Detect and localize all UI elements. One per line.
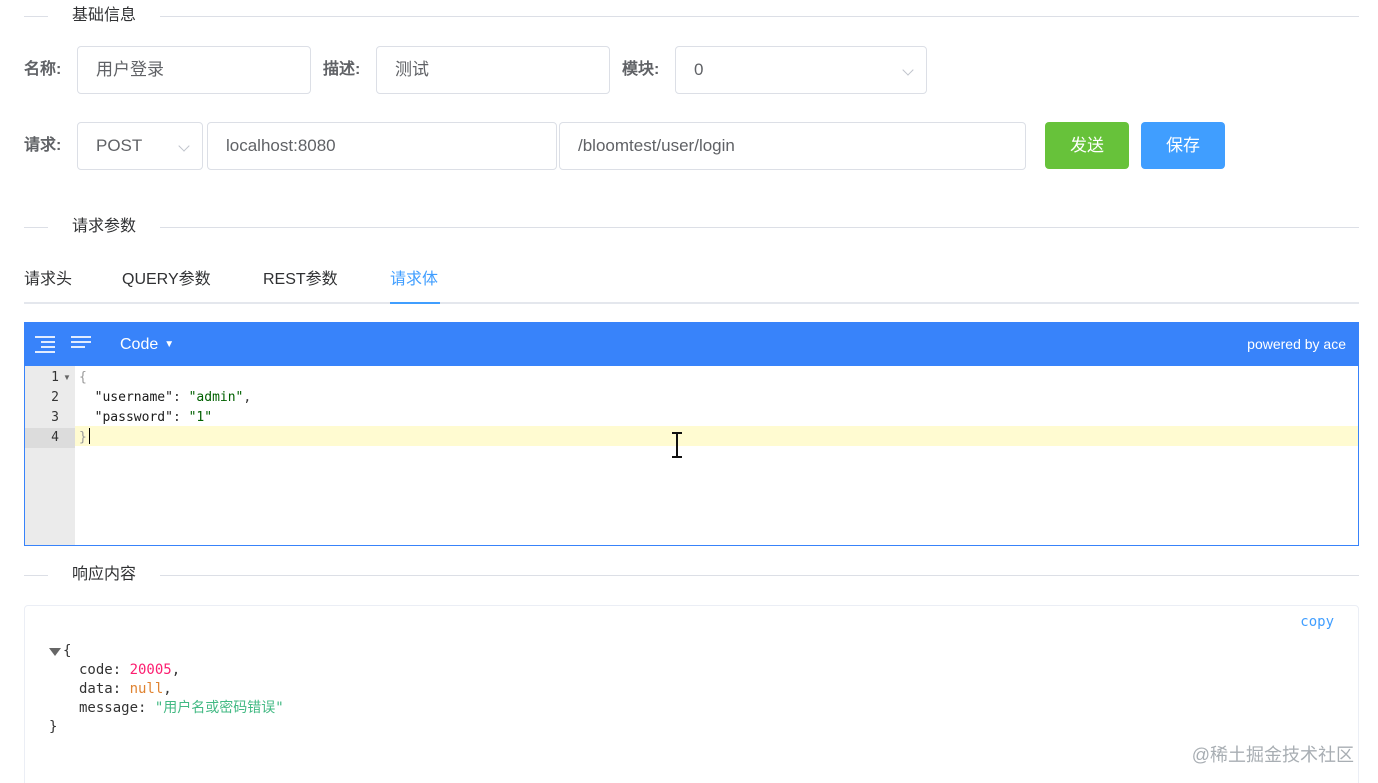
active-line-highlight: [75, 426, 1358, 446]
collapse-toggle-icon[interactable]: [49, 648, 61, 656]
code-line-4: }: [79, 430, 87, 445]
host-input[interactable]: localhost:8080: [207, 122, 557, 170]
response-panel: copy { code: 20005, data: null, message:…: [24, 605, 1359, 783]
code-line-1: {: [79, 370, 87, 385]
name-input[interactable]: 用户登录: [77, 46, 311, 94]
line-number: 2: [51, 390, 59, 405]
tab-query-params[interactable]: QUERY参数: [122, 270, 211, 290]
json-field-code: code: 20005,: [79, 662, 181, 678]
name-label: 名称:: [24, 61, 62, 78]
tab-request-body[interactable]: 请求体: [390, 270, 438, 290]
method-select[interactable]: POST: [77, 122, 203, 170]
path-input[interactable]: /bloomtest/user/login: [559, 122, 1026, 170]
description-label: 描述:: [323, 61, 361, 78]
json-close-brace: }: [49, 719, 58, 735]
section-title-basic-info: 基础信息: [48, 6, 161, 26]
fold-toggle-icon[interactable]: ▼: [63, 373, 71, 382]
powered-by-ace: powered by ace: [1247, 336, 1346, 352]
watermark: @稀土掘金技术社区: [1191, 745, 1354, 765]
copy-button[interactable]: copy: [1300, 614, 1334, 630]
tab-rest-params[interactable]: REST参数: [263, 270, 338, 290]
json-field-message: message: "用户名或密码错误": [79, 700, 284, 716]
json-open-brace: {: [63, 643, 72, 659]
editor-gutter: 1 2 3 4: [25, 366, 75, 545]
description-input[interactable]: 测试: [376, 46, 610, 94]
chevron-down-icon: [178, 140, 190, 152]
request-label: 请求:: [24, 137, 62, 154]
code-line-3: "password": "1": [94, 410, 213, 425]
caret-down-icon: ▼: [164, 339, 175, 350]
line-number: 1: [51, 370, 59, 385]
editor-mode-label: Code: [120, 336, 159, 353]
section-title-request-params: 请求参数: [48, 217, 161, 237]
ibeam-cursor-icon: [672, 432, 682, 458]
code-line-2: "username": "admin",: [94, 390, 252, 405]
module-select-value: 0: [694, 60, 704, 79]
module-label: 模块:: [622, 61, 660, 78]
save-button[interactable]: 保存: [1141, 122, 1225, 169]
json-field-data: data: null,: [79, 681, 172, 697]
line-number-active: 4: [25, 428, 75, 448]
editor-mode-button[interactable]: Code ▼: [120, 335, 174, 355]
tab-headers[interactable]: 请求头: [24, 270, 72, 290]
format-icon[interactable]: [35, 335, 57, 353]
divider-request-params: [24, 227, 1359, 228]
active-tab-indicator: [390, 302, 440, 304]
editor-code-area[interactable]: { "username": "admin", "password": "1" }: [75, 366, 1358, 545]
request-body-editor: Code ▼ powered by ace 1 2 3 4 ▼ { "userna…: [24, 322, 1359, 546]
module-select[interactable]: 0: [675, 46, 927, 94]
divider-basic-info: [24, 16, 1359, 17]
section-title-response: 响应内容: [48, 565, 161, 585]
line-number: 3: [51, 410, 59, 425]
editor-toolbar: Code ▼ powered by ace: [25, 323, 1358, 366]
request-tabs: 请求头 QUERY参数 REST参数 请求体: [24, 262, 1359, 304]
divider-response: [24, 575, 1359, 576]
compact-icon[interactable]: [71, 335, 93, 353]
text-cursor: [89, 428, 90, 444]
chevron-down-icon: [902, 64, 914, 76]
send-button[interactable]: 发送: [1045, 122, 1129, 169]
method-select-value: POST: [96, 136, 143, 155]
